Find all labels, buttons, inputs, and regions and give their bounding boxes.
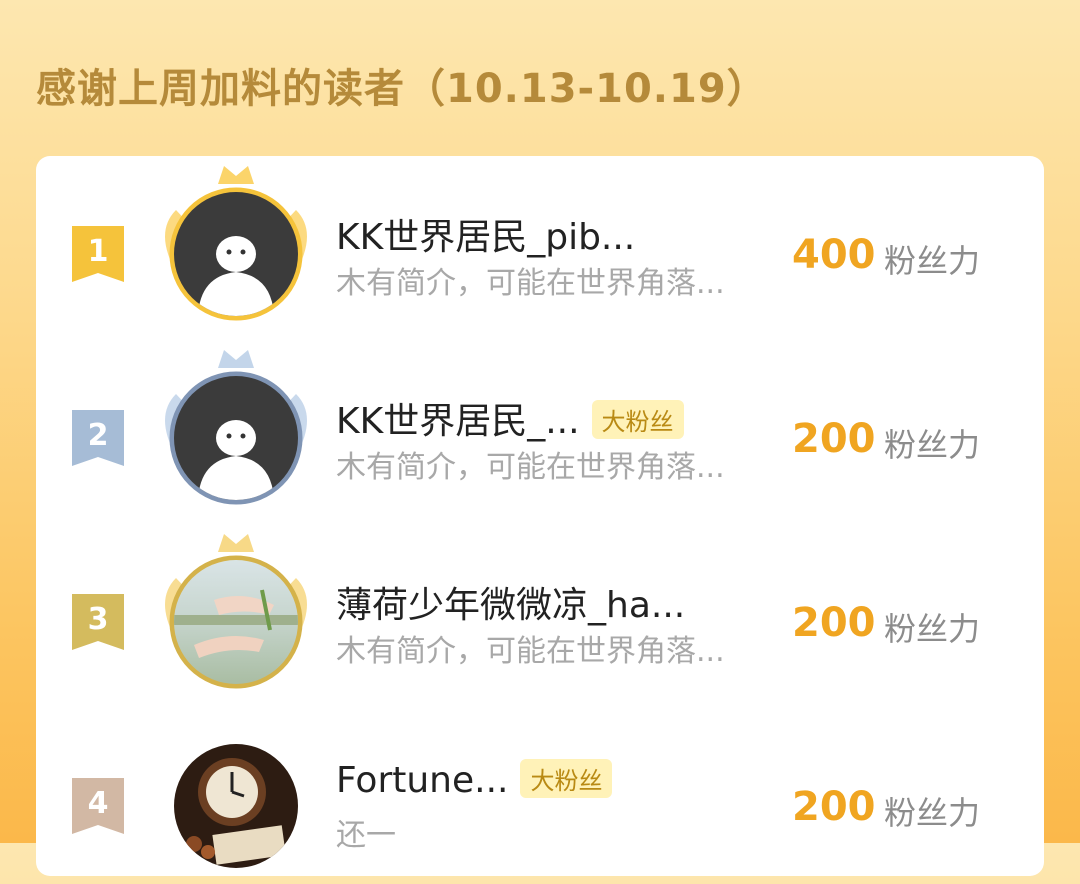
fan-score-unit: 粉丝力 <box>884 794 981 832</box>
reader-desc: 木有简介，可能在世界角落... <box>336 266 725 301</box>
reader-name[interactable]: KK世界居民_... 大粉丝 <box>336 392 684 444</box>
fan-score-unit: 粉丝力 <box>884 610 981 648</box>
photo-avatar-hands[interactable] <box>174 560 298 684</box>
big-fan-badge: 大粉丝 <box>520 758 613 798</box>
list-item[interactable]: 4 Fortune... 大粉丝 还一 200 粉丝力 <box>36 714 1044 884</box>
fan-score: 200 <box>792 600 876 646</box>
default-avatar-icon[interactable] <box>174 192 298 316</box>
avatar-frame-gold <box>146 162 326 332</box>
fan-score: 200 <box>792 416 876 462</box>
rank-flag: 3 <box>72 594 124 650</box>
fan-score-unit: 粉丝力 <box>884 242 981 280</box>
rank-flag: 2 <box>72 410 124 466</box>
big-fan-badge: 大粉丝 <box>591 399 684 439</box>
avatar-frame-bronze <box>146 530 326 700</box>
reader-name[interactable]: 薄荷少年微微凉_ha... <box>336 576 685 628</box>
list-item[interactable]: 3 薄荷少年微微凉_ha... 木有简介，可能在世界角落... 200 粉丝力 <box>36 530 1044 700</box>
avatar-frame <box>146 714 326 884</box>
fan-score-unit: 粉丝力 <box>884 426 981 464</box>
reader-desc: 木有简介，可能在世界角落... <box>336 450 725 485</box>
rank-flag: 4 <box>72 778 124 834</box>
reader-desc: 还一 <box>336 818 396 853</box>
list-item[interactable]: 1 KK世界居民_pib... 木有简介，可能在世界角落... 400 粉丝力 <box>36 162 1044 332</box>
reader-ranking-card: 1 KK世界居民_pib... 木有简介，可能在世界角落... 400 粉丝力 <box>36 156 1044 876</box>
avatar-frame-silver <box>146 346 326 516</box>
rank-flag: 1 <box>72 226 124 282</box>
reader-desc: 木有简介，可能在世界角落... <box>336 634 725 669</box>
reader-name[interactable]: KK世界居民_pib... <box>336 208 635 260</box>
fan-score: 200 <box>792 784 876 830</box>
photo-avatar-clock[interactable] <box>174 744 298 868</box>
page-title: 感谢上周加料的读者（10.13-10.19） <box>36 66 768 112</box>
reader-name[interactable]: Fortune... 大粉丝 <box>336 758 613 802</box>
fan-score: 400 <box>792 232 876 278</box>
default-avatar-icon[interactable] <box>174 376 298 500</box>
list-item[interactable]: 2 KK世界居民_... 大粉丝 木有简介，可能在世界角落... 200 粉丝力 <box>36 346 1044 516</box>
